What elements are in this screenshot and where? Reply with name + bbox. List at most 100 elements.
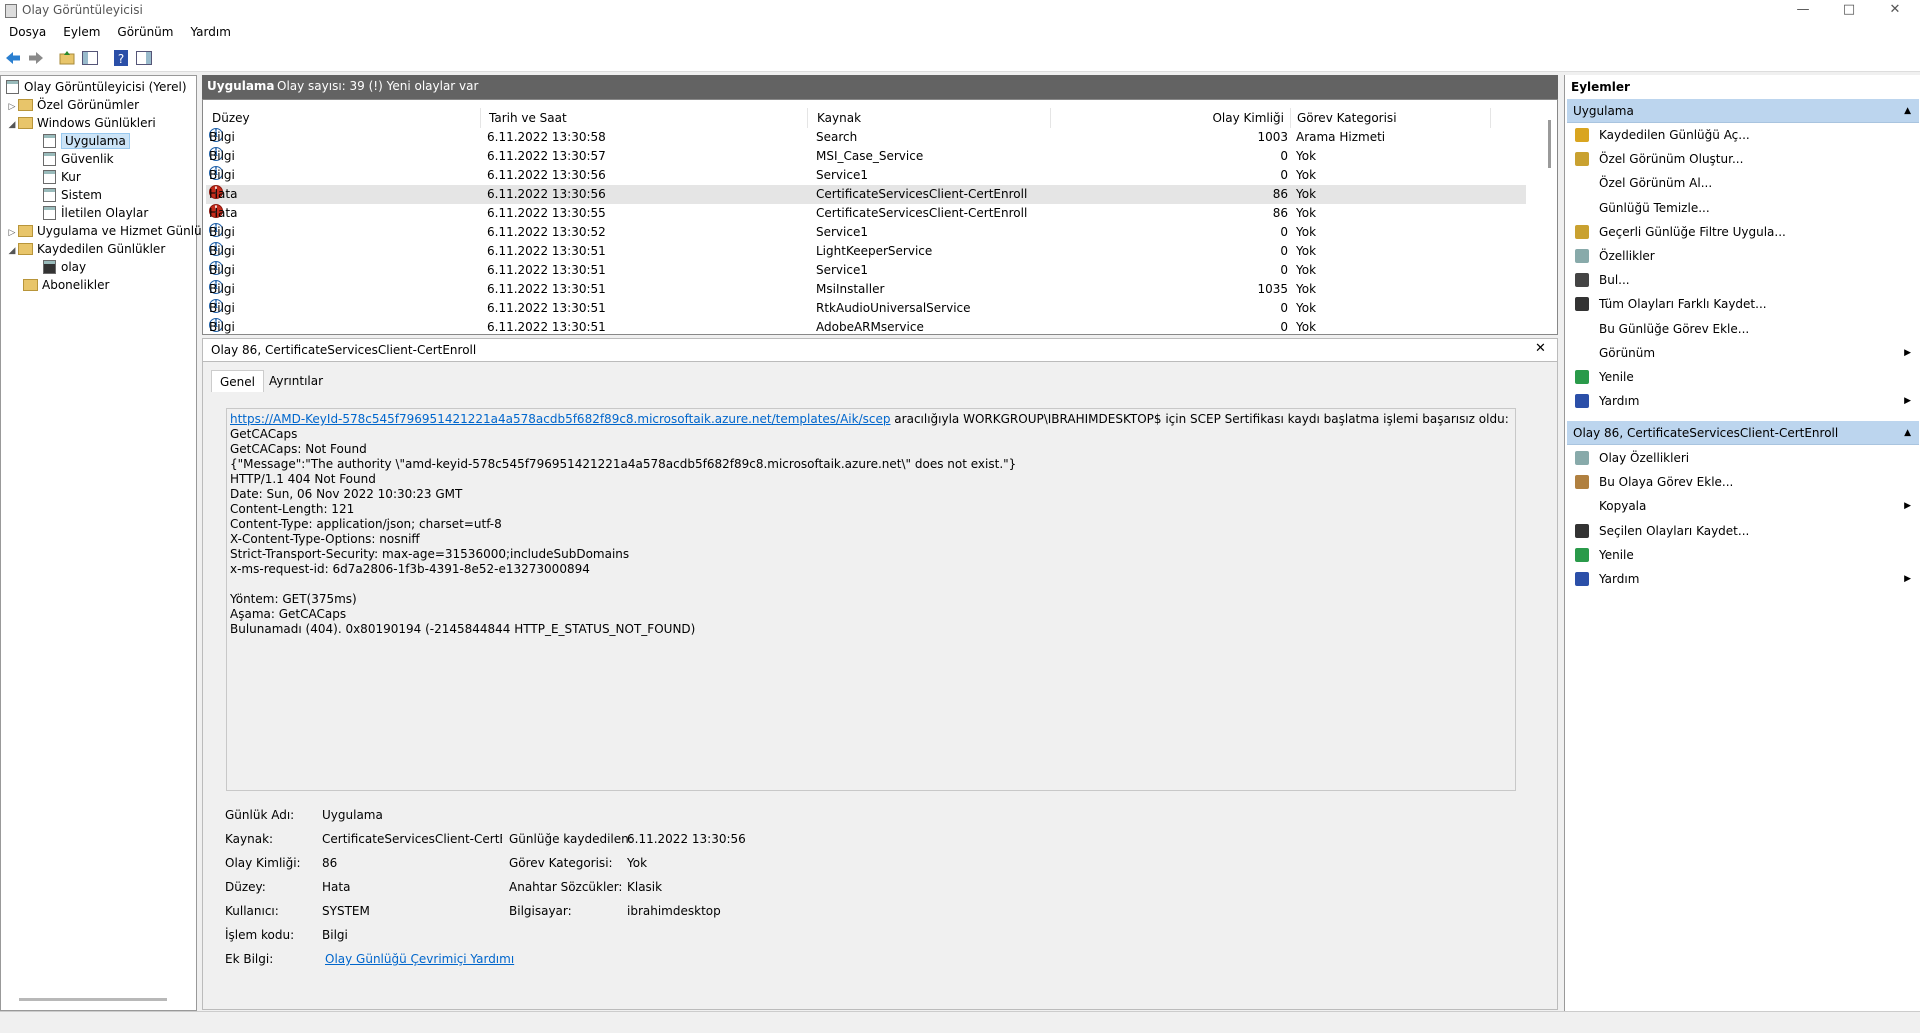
table-row[interactable]: i Bilgi 6.11.2022 13:30:58 Search 1003 Arama … (206, 128, 1526, 147)
column-header-source[interactable]: Kaynak (811, 108, 1051, 128)
up-folder-icon[interactable] (58, 49, 76, 67)
scep-url-link[interactable]: https://AMD-KeyId-578c545f796951421221a4… (230, 412, 890, 426)
action-item[interactable]: Özel Görünüm Oluştur... (1567, 148, 1919, 170)
column-header-task-category[interactable]: Görev Kategorisi (1291, 108, 1491, 128)
table-row[interactable]: i Bilgi 6.11.2022 13:30:51 MsiInstaller 1035… (206, 280, 1526, 299)
section-label: Olay 86, CertificateServicesClient-CertE… (1573, 426, 1839, 440)
cell-level: Bilgi (209, 130, 235, 144)
back-arrow-icon[interactable] (4, 49, 22, 67)
actions-section-event[interactable]: Olay 86, CertificateServicesClient-CertE… (1567, 421, 1919, 445)
actions-pane: Eylemler Uygulama ▲ Olay 86, CertificateS… (1564, 75, 1920, 1011)
action-label: Yenile (1599, 370, 1634, 384)
table-row[interactable]: i Bilgi 6.11.2022 13:30:51 LightKeeperServi… (206, 242, 1526, 261)
tree-node-saved-logs[interactable]: ◢ Kaydedilen Günlükler (6, 240, 166, 260)
cell-source: Search (816, 130, 858, 144)
tree-node-subscriptions[interactable]: Abonelikler (23, 276, 109, 294)
show-hide-tree-icon[interactable] (81, 49, 99, 67)
action-item[interactable]: Yenile (1567, 366, 1919, 388)
column-header-level[interactable]: Düzey (206, 108, 481, 128)
horizontal-scrollbar[interactable] (19, 998, 167, 1001)
cell-source: CertificateServicesClient-CertEnroll (816, 187, 1028, 201)
action-item[interactable]: Bu Olaya Görev Ekle... (1567, 471, 1919, 493)
action-item[interactable]: Bu Günlüğe Görev Ekle... (1567, 318, 1919, 340)
action-label: Olay Özellikleri (1599, 451, 1690, 465)
table-row[interactable]: i Bilgi 6.11.2022 13:30:51 Service1 0 Yok (206, 261, 1526, 280)
action-item[interactable]: Özel Görünüm Al... (1567, 172, 1919, 194)
cell-task-category: Yok (1296, 320, 1317, 334)
table-row[interactable]: ! Hata 6.11.2022 13:30:55 CertificateServic… (206, 204, 1526, 223)
chevron-down-icon[interactable]: ◢ (6, 242, 18, 260)
tab-general[interactable]: Genel (211, 370, 265, 392)
menu-action[interactable]: Eylem (54, 22, 108, 39)
actions-section-application[interactable]: Uygulama ▲ (1567, 99, 1919, 123)
action-item[interactable]: Seçilen Olayları Kaydet... (1567, 520, 1919, 542)
field-label-level: Düzey: (225, 880, 266, 894)
svg-text:?: ? (118, 52, 124, 66)
tree-node-windows-logs[interactable]: ◢ Windows Günlükleri (6, 114, 156, 132)
table-row[interactable]: i Bilgi 6.11.2022 13:30:57 MSI_Case_Service… (206, 147, 1526, 166)
online-help-link[interactable]: Olay Günlüğü Çevrimiçi Yardımı (325, 952, 514, 966)
cell-source: RtkAudioUniversalService (816, 301, 971, 315)
table-row[interactable]: i Bilgi 6.11.2022 13:30:52 Service1 0 Yok (206, 223, 1526, 242)
close-window-button[interactable]: ✕ (1872, 0, 1918, 22)
action-item[interactable]: Yardım ▶ (1567, 568, 1919, 590)
action-item[interactable]: Yenile (1567, 544, 1919, 566)
folder-icon (18, 243, 33, 255)
event-detail-header: Olay 86, CertificateServicesClient-CertE… (202, 338, 1558, 362)
maximize-button[interactable]: □ (1826, 0, 1872, 22)
message-first-line: aracılığıyla WORKGROUP\IBRAHIMDESKTOP$ i… (890, 412, 1509, 426)
action-item[interactable]: Yardım ▶ (1567, 390, 1919, 412)
tree-node-system[interactable]: Sistem (43, 186, 102, 204)
column-header-date[interactable]: Tarih ve Saat (483, 108, 808, 128)
tree-node-setup[interactable]: Kur (43, 168, 81, 186)
vertical-scrollbar[interactable] (1543, 100, 1557, 334)
action-item[interactable]: Tüm Olayları Farklı Kaydet... (1567, 293, 1919, 315)
action-item[interactable]: Günlüğü Temizle... (1567, 197, 1919, 219)
action-label: Günlüğü Temizle... (1599, 200, 1710, 215)
table-row[interactable]: i Bilgi 6.11.2022 13:30:51 AdobeARMservice 0… (206, 318, 1526, 334)
collapse-up-icon[interactable]: ▲ (1904, 421, 1911, 445)
menu-file[interactable]: Dosya (0, 22, 54, 39)
tab-details[interactable]: Ayrıntılar (261, 370, 331, 392)
tree-node-forwarded-events[interactable]: İletilen Olaylar (43, 204, 148, 222)
chevron-down-icon[interactable]: ◢ (6, 116, 18, 134)
cell-date: 6.11.2022 13:30:55 (487, 206, 606, 220)
action-item[interactable]: Geçerli Günlüğe Filtre Uygula... (1567, 221, 1919, 243)
forward-arrow-icon[interactable] (27, 49, 45, 67)
menu-help[interactable]: Yardım (181, 22, 238, 39)
action-item[interactable]: Kaydedilen Günlüğü Aç... (1567, 124, 1919, 146)
menu-view[interactable]: Görünüm (108, 22, 181, 39)
tree-node-saved-olay[interactable]: olay (43, 258, 86, 276)
event-message-box[interactable]: https://AMD-KeyId-578c545f796951421221a4… (226, 408, 1516, 791)
tree-node-app-service-logs[interactable]: ▷ Uygulama ve Hizmet Günlük (6, 222, 209, 240)
action-item[interactable]: Olay Özellikleri (1567, 447, 1919, 469)
tree-node-label: Windows Günlükleri (37, 116, 156, 130)
close-detail-button[interactable]: ✕ (1535, 341, 1546, 356)
open-log-icon (1575, 128, 1589, 142)
cell-task-category: Yok (1296, 282, 1317, 296)
table-row[interactable]: i Bilgi 6.11.2022 13:30:56 Service1 0 Yok (206, 166, 1526, 185)
action-label: Bu Olaya Görev Ekle... (1599, 475, 1734, 490)
tree-node-label: İletilen Olaylar (61, 206, 149, 220)
action-item[interactable]: Bul... (1567, 269, 1919, 291)
action-item[interactable]: Özellikler (1567, 245, 1919, 267)
cell-task-category: Yok (1296, 244, 1317, 258)
tree-node-custom-views[interactable]: ▷ Özel Görünümler (6, 96, 139, 114)
cell-event-id: 0 (1280, 168, 1288, 182)
column-header-event-id[interactable]: Olay Kimliği (1051, 108, 1291, 128)
minimize-button[interactable]: — (1780, 0, 1826, 22)
show-hide-action-pane-icon[interactable] (135, 49, 153, 67)
tree-node-security[interactable]: Güvenlik (43, 150, 114, 168)
cell-level: Bilgi (209, 244, 235, 258)
action-item[interactable]: Kopyala ▶ (1567, 495, 1919, 517)
cell-level: Bilgi (209, 301, 235, 315)
tree-node-root[interactable]: Olay Görüntüleyicisi (Yerel) (6, 78, 187, 96)
collapse-up-icon[interactable]: ▲ (1904, 99, 1911, 123)
table-row[interactable]: ! Hata 6.11.2022 13:30:56 CertificateServic… (206, 185, 1526, 204)
field-label-more-info: Ek Bilgi: (225, 952, 274, 966)
help-icon[interactable]: ? (112, 49, 130, 67)
tree-node-application[interactable]: Uygulama (43, 132, 130, 150)
action-item[interactable]: Görünüm ▶ (1567, 342, 1919, 364)
action-label: Kaydedilen Günlüğü Aç... (1599, 128, 1750, 142)
table-row[interactable]: i Bilgi 6.11.2022 13:30:51 RtkAudioUniversa… (206, 299, 1526, 318)
